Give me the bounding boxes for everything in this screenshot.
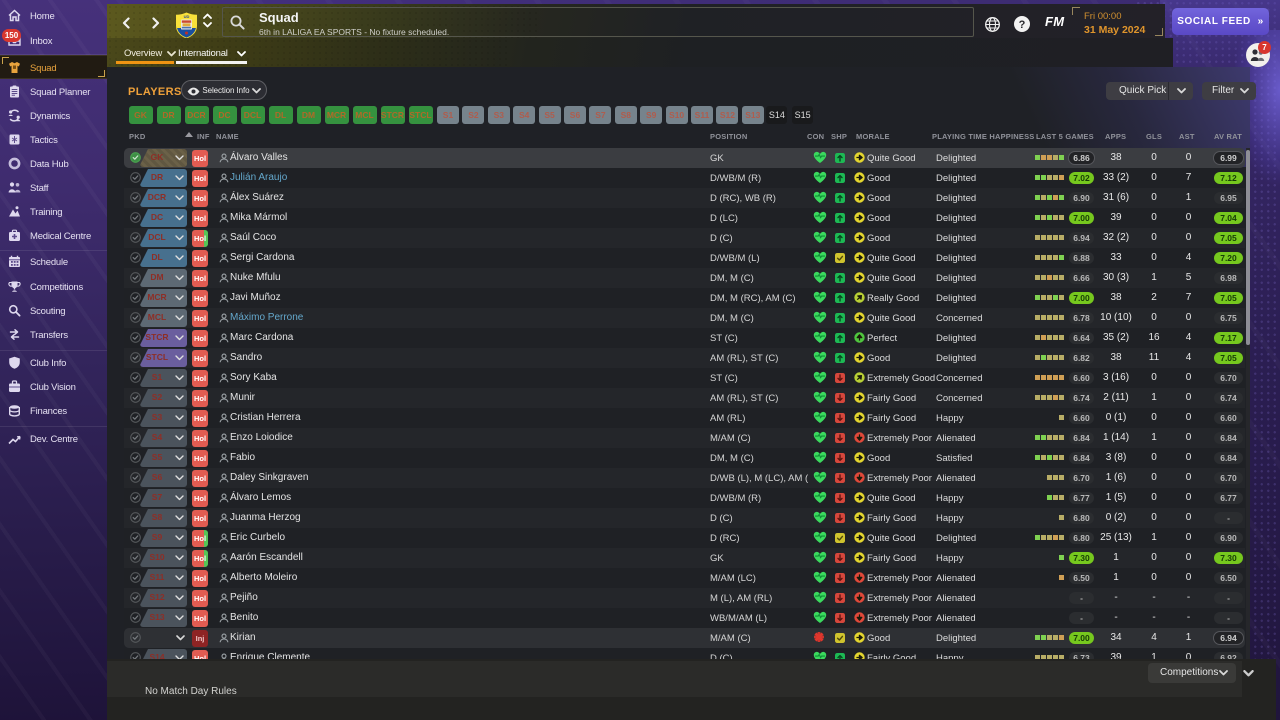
svg-text:UD: UD: [184, 14, 190, 19]
svg-text:?: ?: [1019, 19, 1026, 31]
